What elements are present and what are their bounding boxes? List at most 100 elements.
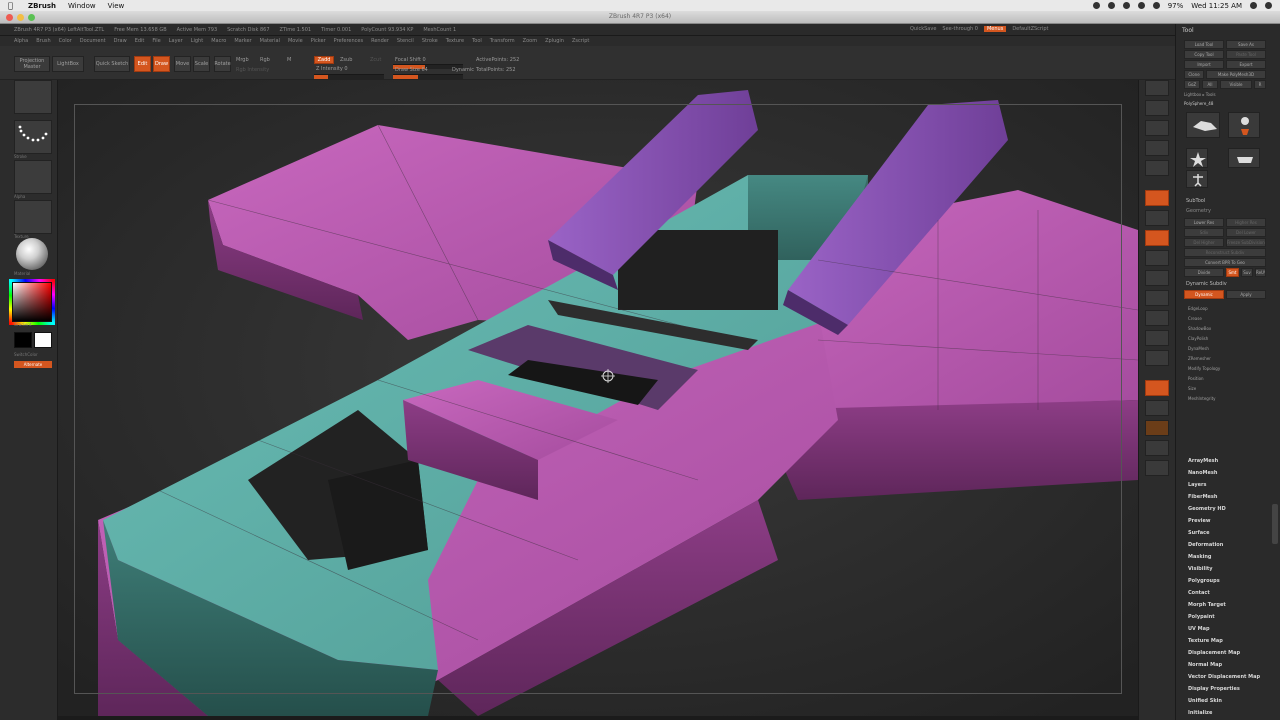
menu-color[interactable]: Color: [59, 38, 72, 44]
geometry-meshintegrity[interactable]: MeshIntegrity: [1188, 396, 1216, 401]
section-deformation[interactable]: Deformation: [1188, 542, 1223, 548]
polyf-button[interactable]: [1145, 380, 1169, 396]
tool-thumb-pm3d[interactable]: [1186, 170, 1208, 188]
secondary-color-swatch[interactable]: [34, 332, 52, 348]
see-through-slider[interactable]: See-through 0: [942, 26, 978, 32]
xyz-button[interactable]: [1145, 270, 1169, 286]
projection-master-button[interactable]: Projection Master: [14, 56, 50, 72]
section-polygroups[interactable]: Polygroups: [1188, 578, 1220, 584]
menu-marker[interactable]: Marker: [234, 38, 251, 44]
geometry-size[interactable]: Size: [1188, 386, 1196, 391]
bpr-button[interactable]: [1145, 80, 1169, 96]
tool-thumb-simplebrush[interactable]: [1228, 112, 1260, 138]
move-view-button[interactable]: [1145, 310, 1169, 326]
frame-button[interactable]: [1145, 290, 1169, 306]
import-button[interactable]: Import: [1184, 60, 1224, 69]
battery-percent[interactable]: 97%: [1168, 2, 1184, 10]
geometry-header[interactable]: Geometry: [1186, 208, 1211, 214]
section-visibility[interactable]: Visibility: [1188, 566, 1213, 572]
menu-render[interactable]: Render: [371, 38, 389, 44]
paste-tool-button[interactable]: Paste Tool: [1226, 50, 1266, 59]
menu-macro[interactable]: Macro: [211, 38, 226, 44]
geometry-claypolish[interactable]: ClayPolish: [1188, 336, 1208, 341]
geometry-dynamesh[interactable]: DynaMesh: [1188, 346, 1209, 351]
color-picker[interactable]: [12, 282, 52, 322]
scale-button[interactable]: Scale: [193, 56, 210, 72]
apple-menu-icon[interactable]: : [8, 1, 18, 10]
alpha-tile[interactable]: [14, 160, 52, 194]
spix-button[interactable]: [1145, 100, 1169, 116]
menu-alpha[interactable]: Alpha: [14, 38, 28, 44]
section-uv-map[interactable]: UV Map: [1188, 626, 1210, 632]
convert-bpr-button[interactable]: Convert BPR To Geo: [1184, 258, 1266, 267]
texture-tile[interactable]: [14, 200, 52, 234]
divide-button[interactable]: Divide: [1184, 268, 1224, 277]
lower-res-button[interactable]: Lower Res: [1184, 218, 1224, 227]
edit-button[interactable]: Edit: [134, 56, 151, 72]
copy-tool-button[interactable]: Copy Tool: [1184, 50, 1224, 59]
tool-thumb-polysphere[interactable]: [1186, 112, 1220, 138]
section-layers[interactable]: Layers: [1188, 482, 1207, 488]
sdiv-slider[interactable]: Sdiv: [1184, 228, 1224, 237]
m-toggle[interactable]: M: [287, 57, 291, 63]
zoom-button[interactable]: [1145, 140, 1169, 156]
dropbox-icon[interactable]: [1092, 2, 1100, 9]
rgb-toggle[interactable]: Rgb: [260, 57, 270, 63]
goz-visible-button[interactable]: Visible: [1220, 80, 1252, 89]
del-higher-button[interactable]: Del Higher: [1184, 238, 1224, 247]
del-lower-button[interactable]: Del Lower: [1226, 228, 1266, 237]
lightbox-button[interactable]: LightBox: [52, 56, 84, 72]
section-arraymesh[interactable]: ArrayMesh: [1188, 458, 1218, 464]
section-geometry-hd[interactable]: Geometry HD: [1188, 506, 1226, 512]
menu-edit[interactable]: Edit: [135, 38, 145, 44]
higher-res-button[interactable]: Higher Res: [1226, 218, 1266, 227]
menu-brush[interactable]: Brush: [36, 38, 50, 44]
section-unified-skin[interactable]: Unified Skin: [1188, 698, 1222, 704]
draw-size-slider[interactable]: [393, 74, 463, 79]
menus-button[interactable]: Menus: [983, 26, 1007, 32]
section-initialize[interactable]: Initialize: [1188, 710, 1212, 716]
menu-document[interactable]: Document: [80, 38, 106, 44]
section-surface[interactable]: Surface: [1188, 530, 1210, 536]
mrgb-toggle[interactable]: Mrgb: [236, 57, 249, 63]
freeze-subdiv-button[interactable]: Freeze SubDivision Levels: [1226, 238, 1266, 247]
rotate-view-button[interactable]: [1145, 350, 1169, 366]
goz-r-button[interactable]: R: [1254, 80, 1266, 89]
suv-toggle[interactable]: Suv: [1241, 268, 1253, 277]
menu-preferences[interactable]: Preferences: [334, 38, 363, 44]
geometry-shadowbox[interactable]: ShadowBox: [1188, 326, 1211, 331]
menu-picker[interactable]: Picker: [311, 38, 326, 44]
draw-button[interactable]: Draw: [153, 56, 170, 72]
persp-button[interactable]: [1145, 190, 1169, 206]
clock[interactable]: Wed 11:25 AM: [1191, 2, 1242, 10]
menu-draw[interactable]: Draw: [114, 38, 127, 44]
rotate-button[interactable]: Rotate: [214, 56, 231, 72]
dynamic-button[interactable]: Dynamic: [1184, 290, 1224, 299]
section-polypaint[interactable]: Polypaint: [1188, 614, 1215, 620]
section-normal-map[interactable]: Normal Map: [1188, 662, 1222, 668]
menu-material[interactable]: Material: [260, 38, 280, 44]
sync-icon[interactable]: [1107, 2, 1115, 9]
menu-file[interactable]: File: [152, 38, 160, 44]
section-fibermesh[interactable]: FiberMesh: [1188, 494, 1217, 500]
volume-icon[interactable]: [1152, 2, 1160, 9]
menu-zoom[interactable]: Zoom: [523, 38, 537, 44]
rgb-intensity-slider[interactable]: Rgb Intensity: [236, 67, 269, 73]
goz-button[interactable]: GoZ: [1184, 80, 1200, 89]
export-button[interactable]: Export: [1226, 60, 1266, 69]
section-displacement-map[interactable]: Displacement Map: [1188, 650, 1240, 656]
z-intensity-slider[interactable]: [314, 74, 384, 79]
spotlight-icon[interactable]: [1250, 2, 1257, 9]
viewport-canvas[interactable]: [58, 80, 1138, 716]
menu-light[interactable]: Light: [191, 38, 203, 44]
subtool-header[interactable]: SubTool: [1186, 198, 1205, 204]
section-texture-map[interactable]: Texture Map: [1188, 638, 1223, 644]
menu-texture[interactable]: Texture: [446, 38, 464, 44]
menu-view[interactable]: View: [108, 2, 125, 10]
current-tool-name[interactable]: PolySphere_48: [1184, 101, 1213, 106]
menu-stencil[interactable]: Stencil: [397, 38, 414, 44]
zcut-button[interactable]: Zcut: [370, 57, 381, 63]
menu-zscript[interactable]: Zscript: [572, 38, 589, 44]
menu-transform[interactable]: Transform: [490, 38, 515, 44]
local-button[interactable]: [1145, 230, 1169, 246]
